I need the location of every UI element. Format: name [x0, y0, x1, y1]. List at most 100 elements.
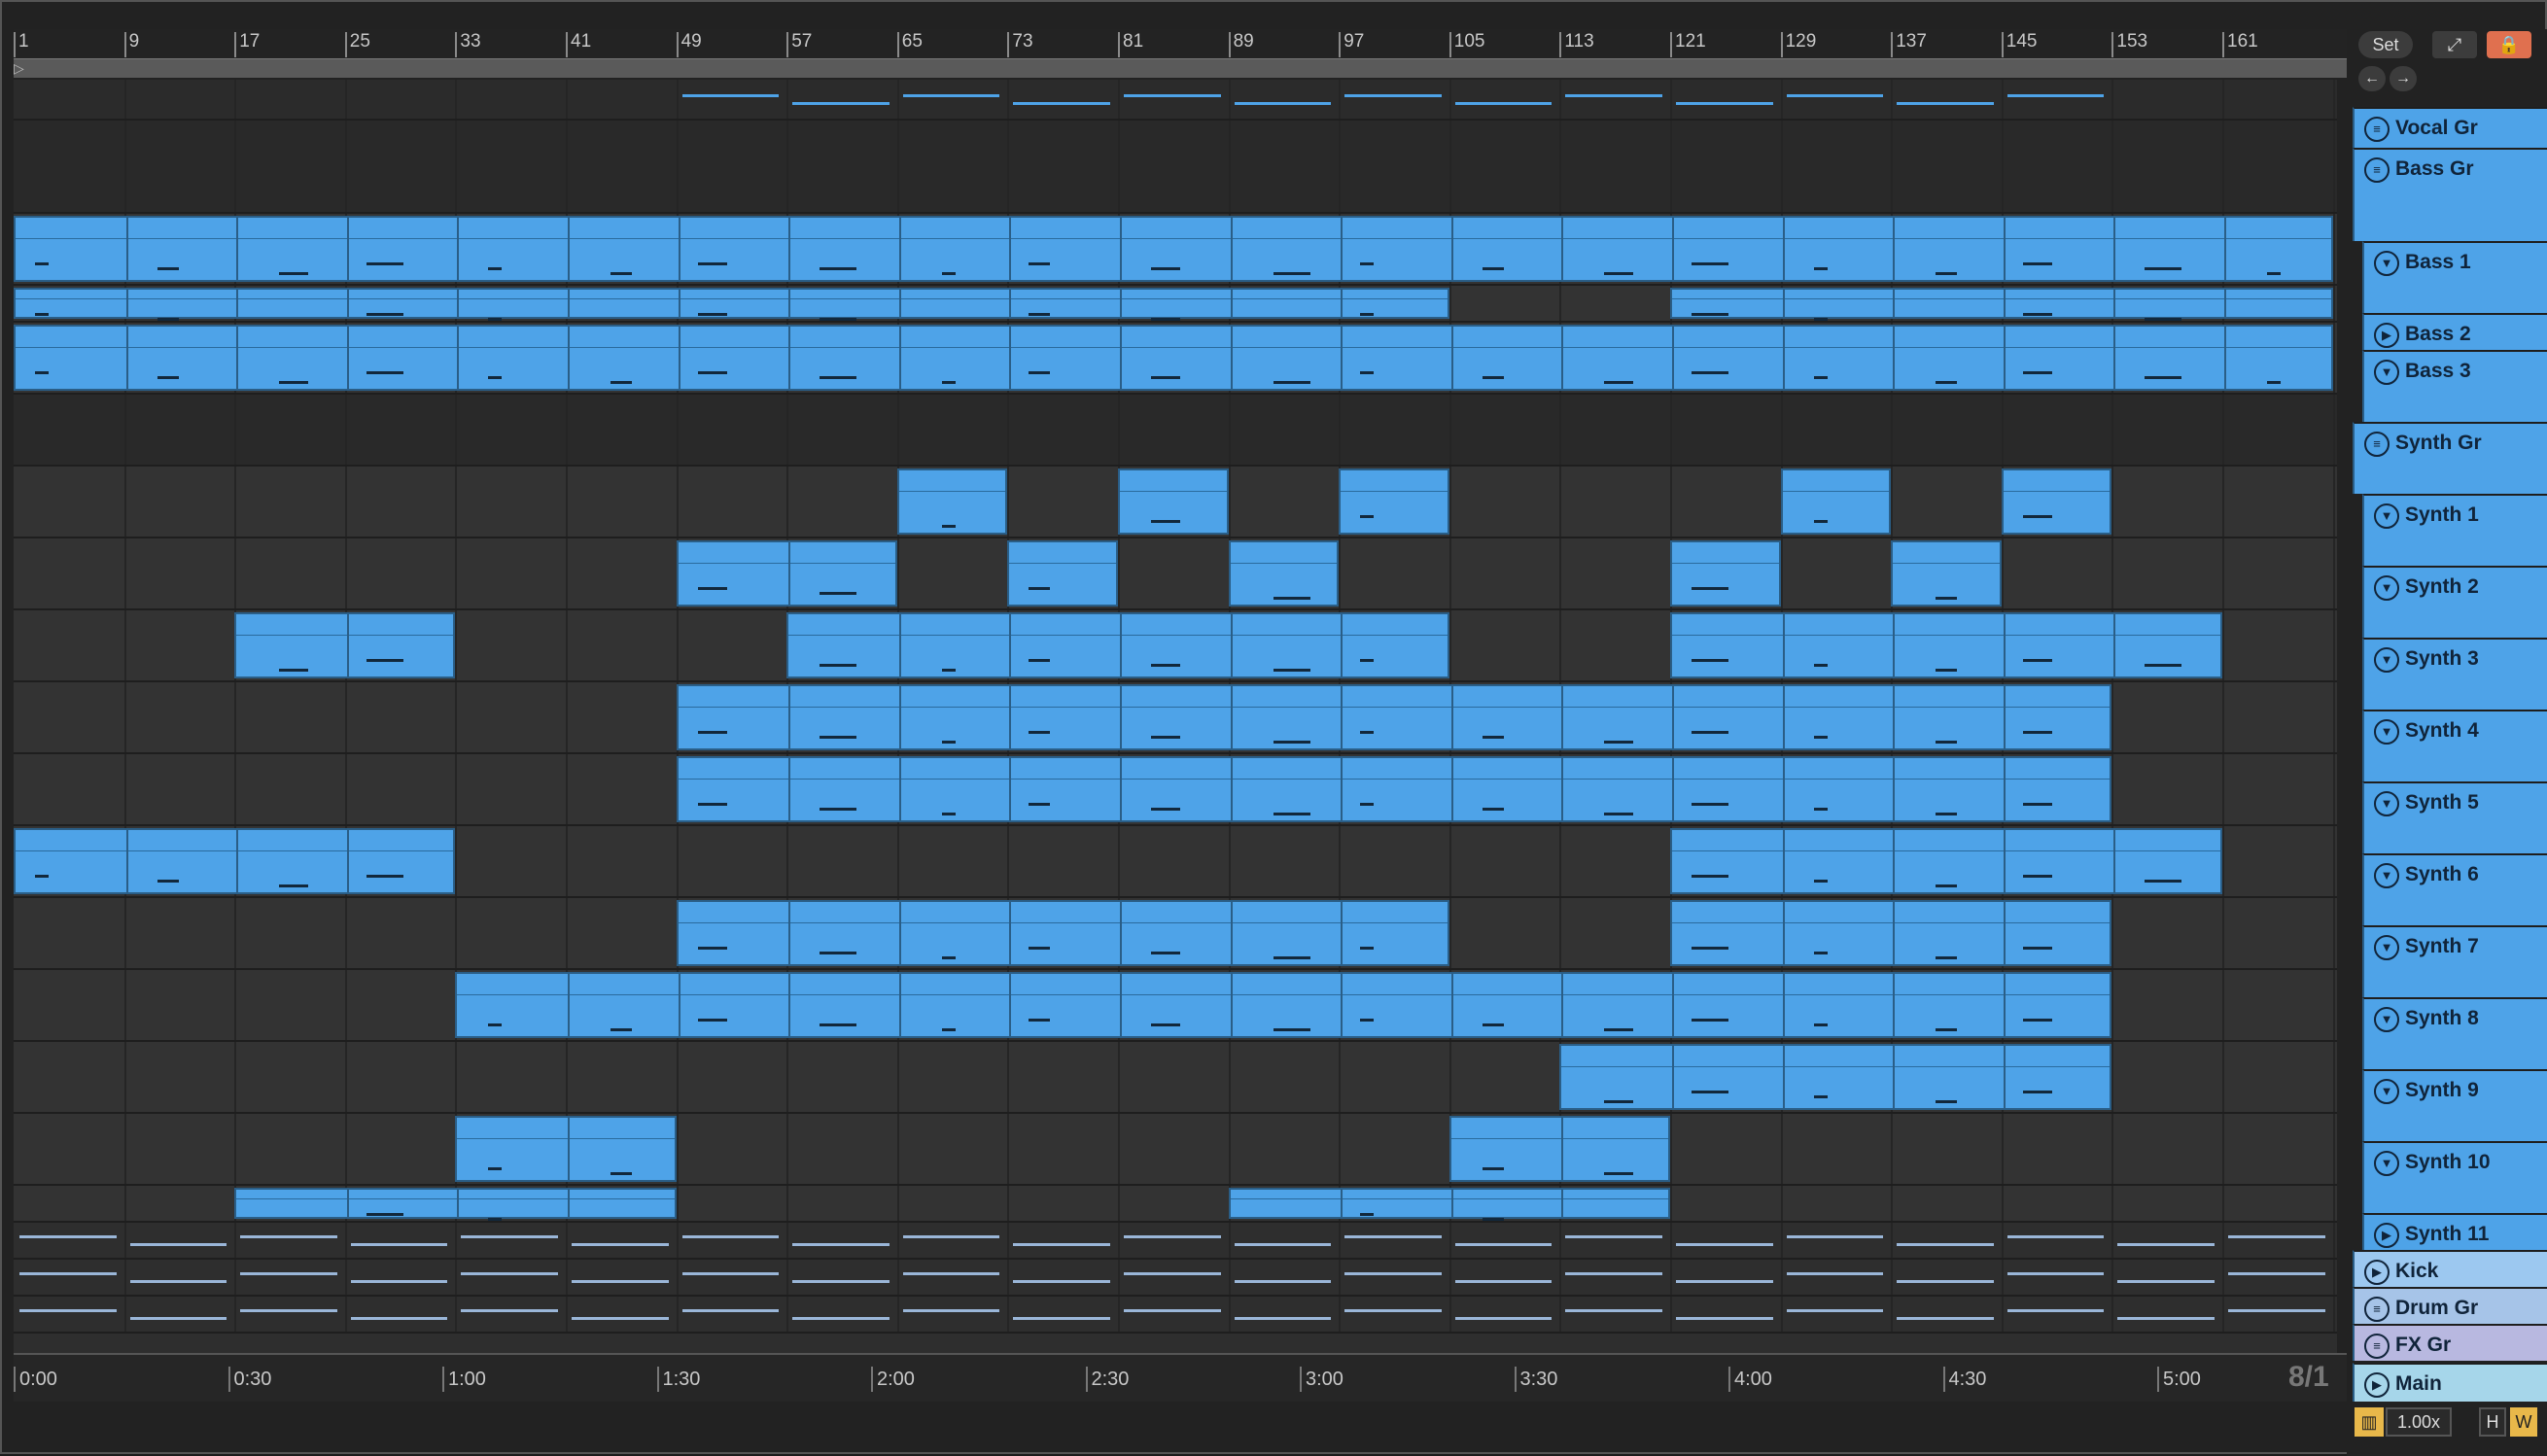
track-header-synth-1[interactable]: ▼ Synth 1: [2362, 494, 2547, 566]
clip[interactable]: [1007, 540, 1118, 607]
clip-header[interactable]: [2003, 470, 2111, 492]
lock-icon[interactable]: 🔒: [2487, 31, 2531, 58]
track-header-drum-gr[interactable]: ≡ Drum Gr: [2353, 1287, 2547, 1324]
fold-right-icon[interactable]: ▶: [2374, 1223, 2399, 1248]
clip[interactable]: [1670, 900, 2112, 966]
track-header-synth-9[interactable]: ▼ Synth 9: [2362, 1069, 2547, 1141]
track-lane-fx-gr[interactable]: [14, 1297, 2337, 1334]
clip-header[interactable]: [1672, 542, 1779, 564]
clip-header[interactable]: [1009, 542, 1116, 564]
track-lane-synth-gr[interactable]: [14, 395, 2337, 467]
clip-header[interactable]: [16, 327, 2331, 348]
track-lane-synth-5[interactable]: [14, 754, 2337, 826]
clip[interactable]: [1670, 828, 2222, 894]
clip[interactable]: [1228, 540, 1340, 607]
clip-header[interactable]: [1782, 470, 1890, 492]
loop-start-flag-icon[interactable]: ▷: [14, 58, 29, 78]
track-header-synth-7[interactable]: ▼ Synth 7: [2362, 925, 2547, 997]
track-lane-bass-3[interactable]: [14, 323, 2337, 395]
track-lane-synth-7[interactable]: [14, 898, 2337, 970]
clip-header[interactable]: [1672, 902, 2111, 923]
bar-ruler[interactable]: 1 9 17 25 33 41 49 57 65 73 81 89 97 105 113 121 129 137 1…: [14, 29, 2347, 58]
clip-header[interactable]: [1672, 614, 2220, 636]
expand-icon[interactable]: ⤢: [2432, 31, 2477, 58]
clip-header[interactable]: [236, 614, 454, 636]
clip-header[interactable]: [1230, 542, 1338, 564]
fold-right-icon[interactable]: ▶: [2364, 1372, 2390, 1398]
group-icon[interactable]: ≡: [2364, 1334, 2390, 1359]
track-header-synth-8[interactable]: ▼ Synth 8: [2362, 997, 2547, 1069]
clip[interactable]: [676, 684, 2112, 750]
clip[interactable]: [676, 540, 897, 607]
clip-header[interactable]: [16, 830, 454, 851]
track-header-vocal-gr[interactable]: ≡ Vocal Gr: [2353, 107, 2547, 148]
track-header-bass-1[interactable]: ▼ Bass 1: [2362, 241, 2547, 313]
clip-header[interactable]: [1561, 1046, 2111, 1067]
clip[interactable]: [1670, 612, 2222, 678]
track-lane-synth-2[interactable]: [14, 538, 2337, 610]
clip[interactable]: [234, 1188, 677, 1226]
fold-down-icon[interactable]: ▼: [2374, 360, 2399, 385]
clip[interactable]: [14, 828, 456, 894]
clip-header[interactable]: [16, 290, 1448, 299]
track-lane-bass-gr[interactable]: [14, 121, 2337, 214]
clip[interactable]: [1670, 540, 1781, 607]
track-header-synth-11[interactable]: ▶ Synth 11: [2362, 1213, 2547, 1250]
fold-down-icon[interactable]: ▼: [2374, 251, 2399, 276]
fold-right-icon[interactable]: ▶: [2364, 1260, 2390, 1285]
clip-header[interactable]: [16, 218, 2331, 239]
track-lane-synth-8[interactable]: [14, 970, 2337, 1042]
clip-header[interactable]: [678, 902, 1448, 923]
clip[interactable]: [14, 325, 2333, 391]
track-header-synth-10[interactable]: ▼ Synth 10: [2362, 1141, 2547, 1213]
track-lane-synth-6[interactable]: [14, 826, 2337, 898]
clip[interactable]: [1448, 1116, 1670, 1182]
clip-header[interactable]: [1450, 1118, 1668, 1139]
track-header-bass-2[interactable]: ▶ Bass 2: [2362, 313, 2547, 350]
track-lane-bass-2[interactable]: [14, 286, 2337, 326]
track-header-fx-gr[interactable]: ≡ FX Gr: [2353, 1324, 2547, 1361]
arrow-left-icon[interactable]: ←: [2358, 66, 2386, 91]
clip[interactable]: [1228, 1188, 1670, 1226]
fold-down-icon[interactable]: ▼: [2374, 503, 2399, 529]
track-lane-synth-3[interactable]: [14, 610, 2337, 682]
track-header-synth-6[interactable]: ▼ Synth 6: [2362, 853, 2547, 925]
fold-down-icon[interactable]: ▼: [2374, 575, 2399, 601]
track-lane-synth-11[interactable]: [14, 1186, 2337, 1226]
track-lane-kick[interactable]: [14, 1223, 2337, 1260]
clip-header[interactable]: [678, 542, 895, 564]
clip-header[interactable]: [1230, 1190, 1668, 1199]
clip[interactable]: [1118, 468, 1229, 535]
track-lane-bass-1[interactable]: [14, 214, 2337, 286]
group-icon[interactable]: ≡: [2364, 117, 2390, 142]
set-button[interactable]: Set: [2358, 31, 2413, 58]
track-header-kick[interactable]: ▶ Kick: [2353, 1250, 2547, 1287]
track-header-synth-2[interactable]: ▼ Synth 2: [2362, 566, 2547, 638]
track-lane-synth-9[interactable]: [14, 1042, 2337, 1114]
track-header-synth-4[interactable]: ▼ Synth 4: [2362, 710, 2547, 781]
zoom-value[interactable]: 1.00x: [2386, 1407, 2452, 1437]
clip[interactable]: [2001, 468, 2112, 535]
clip-header[interactable]: [1672, 830, 2220, 851]
track-lane-synth-10[interactable]: [14, 1114, 2337, 1186]
track-header-bass-3[interactable]: ▼ Bass 3: [2362, 350, 2547, 422]
clip[interactable]: [1670, 288, 2333, 326]
clip-header[interactable]: [1120, 470, 1227, 492]
track-lane-synth-1[interactable]: [14, 467, 2337, 538]
clip-header[interactable]: [1341, 470, 1448, 492]
group-icon[interactable]: ≡: [2364, 432, 2390, 457]
clip[interactable]: [1780, 468, 1892, 535]
clip-header[interactable]: [678, 686, 2111, 708]
track-lane-vocal-gr[interactable]: [14, 80, 2337, 121]
clip-header[interactable]: [236, 1190, 675, 1199]
track-lane-synth-4[interactable]: [14, 682, 2337, 754]
group-icon[interactable]: ≡: [2364, 157, 2390, 183]
w-button[interactable]: W: [2510, 1407, 2537, 1437]
track-header-synth-3[interactable]: ▼ Synth 3: [2362, 638, 2547, 710]
clip[interactable]: [896, 468, 1008, 535]
clip-header[interactable]: [457, 974, 2111, 995]
clip[interactable]: [234, 612, 456, 678]
track-header-synth-gr[interactable]: ≡ Synth Gr: [2353, 422, 2547, 494]
loop-brace-strip[interactable]: [14, 58, 2347, 78]
clip[interactable]: [14, 288, 1449, 326]
